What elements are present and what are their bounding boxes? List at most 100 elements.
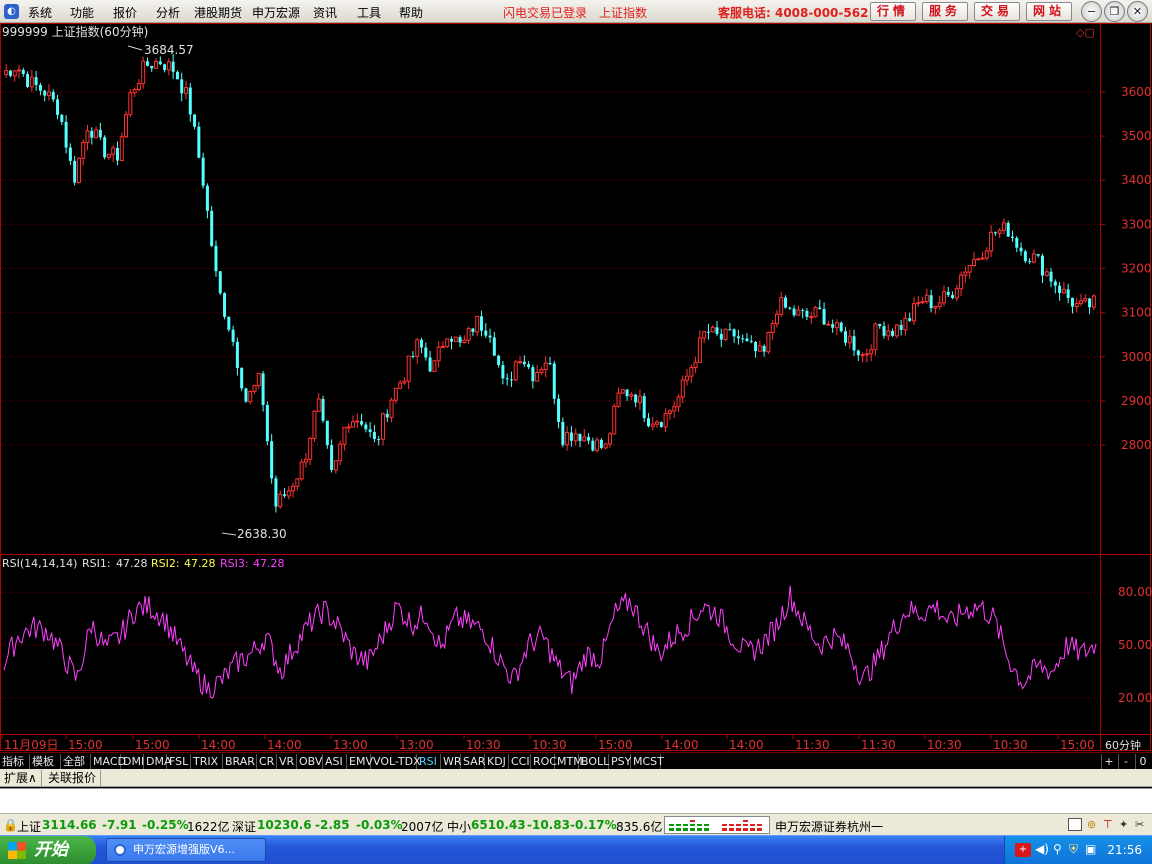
indicator-tab[interactable]: BOLL [579, 754, 609, 769]
signal-icon[interactable]: ⊚ [1087, 818, 1096, 831]
indicator-tab[interactable]: 全部 [61, 754, 91, 769]
indicator-tab[interactable]: FSL [167, 754, 191, 769]
sh-amount: 1622亿 [187, 820, 230, 834]
candle-body-up [453, 336, 458, 343]
indicator-tab[interactable]: MCST [631, 754, 664, 769]
price-tick-label: 3300 [1121, 217, 1152, 231]
indicator-control[interactable]: - [1118, 754, 1133, 769]
time-tick-label: 10:30 [532, 738, 567, 752]
candle-body-down [175, 71, 179, 80]
chart-area[interactable]: 3600 3500 3400 3300 3200 3100 3000 2900 2800 80.… [0, 23, 1152, 755]
tray-app-icon[interactable]: + [1015, 843, 1031, 857]
indicator-tab[interactable]: SAR [461, 754, 485, 769]
price-axis-ticks: 3600 3500 3400 3300 3200 3100 3000 2900 2800 [1100, 85, 1152, 452]
restore-icon[interactable]: ❐ [1104, 1, 1125, 22]
candle-body-down [471, 328, 475, 332]
pin-icon[interactable]: ⊤ [1103, 818, 1113, 831]
rsi-axis-ticks: 80.00 50.00 20.00 [1118, 585, 1152, 705]
indicator-tab[interactable]: MACD [91, 754, 126, 769]
sh-label[interactable]: 上证 [17, 818, 41, 835]
indicator-control[interactable]: 0 [1135, 754, 1150, 769]
menu-function[interactable]: 功能 [70, 4, 94, 21]
btn-service[interactable]: 服务 [922, 2, 968, 21]
price-tick-label: 2900 [1121, 394, 1152, 408]
settings-icon[interactable]: ✦ [1119, 818, 1128, 831]
indicator-tab[interactable]: 模板 [30, 754, 61, 769]
candle-body-up [997, 229, 1002, 234]
candle-body-up [124, 114, 129, 138]
zx-label[interactable]: 中小 [447, 818, 471, 835]
volume-icon[interactable]: ◀) [1035, 842, 1049, 856]
cut-icon[interactable]: ✂ [1135, 818, 1144, 831]
indicator-tab[interactable]: PSY [609, 754, 631, 769]
candle-body-up [184, 87, 188, 94]
tray-monitor-icon[interactable]: ▣ [1085, 842, 1096, 856]
candle-body-up [393, 387, 398, 401]
candle-body-down [56, 99, 60, 115]
sh-pct: -0.25% [142, 818, 189, 832]
btn-website[interactable]: 网站 [1026, 2, 1072, 21]
tab-related-quote[interactable]: 关联报价 [44, 770, 102, 786]
low-marker-line [221, 532, 237, 536]
candle-body-down [188, 87, 192, 115]
candle-body-down [64, 121, 68, 148]
indicator-tab[interactable]: WR [441, 754, 462, 769]
tab-expand[interactable]: 扩展∧ [0, 770, 42, 786]
indicator-tab[interactable]: VOL-TDX [371, 754, 421, 769]
taskbar-app-item[interactable]: 申万宏源增强版V6... [106, 838, 266, 862]
tray-shield-icon[interactable]: ⛨ [1069, 842, 1078, 857]
chart-menu-icon[interactable]: ◇▢ [1076, 26, 1095, 39]
indicator-tab[interactable]: CCI [509, 754, 531, 769]
indicator-tab[interactable]: DMI [121, 754, 144, 769]
network-icon[interactable]: ⚲ [1053, 842, 1062, 856]
indicator-tab[interactable]: ASI [323, 754, 347, 769]
candle-body-down [244, 388, 248, 402]
kline-chart[interactable]: 3600 3500 3400 3300 3200 3100 3000 2900 2800 80.… [0, 23, 1152, 752]
indicator-tab[interactable]: RSI [417, 754, 441, 769]
indicator-tab[interactable]: BRAR [223, 754, 257, 769]
taskbar-app-title: 申万宏源增强版V6... [133, 843, 236, 856]
index-name[interactable]: 上证指数 [599, 4, 647, 21]
candle-body-up [916, 302, 921, 305]
candle-body-up [616, 392, 621, 407]
menu-tools[interactable]: 工具 [357, 4, 381, 21]
candle-body-up [894, 324, 899, 337]
rsi1-label: RSI1: [82, 557, 111, 570]
menu-analysis[interactable]: 分析 [156, 4, 180, 21]
menu-news[interactable]: 资讯 [313, 4, 337, 21]
btn-trade[interactable]: 交易 [974, 2, 1020, 21]
menu-help[interactable]: 帮助 [399, 4, 423, 21]
indicator-tab[interactable]: OBV [297, 754, 323, 769]
start-button[interactable]: 开始 [0, 836, 96, 864]
indicator-tab[interactable]: ROC [531, 754, 557, 769]
indicator-tab[interactable]: CR [257, 754, 277, 769]
btn-market[interactable]: 行情 [870, 2, 916, 21]
indicator-tab[interactable]: EMV [347, 754, 373, 769]
menu-hk-futures[interactable]: 港股期货 [194, 4, 242, 21]
indicator-tab[interactable]: TRIX [191, 754, 223, 769]
minimize-icon[interactable]: − [1081, 1, 1102, 22]
app-logo-icon[interactable]: ◐ [4, 4, 19, 19]
close-icon[interactable]: ✕ [1127, 1, 1148, 22]
candle-body-up [316, 398, 321, 412]
zx-pct: -0.17% [570, 818, 617, 832]
start-label: 开始 [34, 840, 68, 860]
menu-system[interactable]: 系统 [28, 4, 52, 21]
menu-quote[interactable]: 报价 [113, 4, 137, 21]
indicator-tab[interactable]: MTM [555, 754, 583, 769]
time-tick-label: 13:00 [333, 738, 368, 752]
candle-body-up [539, 368, 544, 373]
indicator-tab[interactable]: VR [277, 754, 297, 769]
indicator-tab[interactable]: 指标 [0, 754, 30, 769]
message-icon[interactable] [1068, 818, 1082, 831]
period-label[interactable]: 60分钟 [1105, 738, 1141, 752]
sz-label[interactable]: 深证 [232, 818, 256, 835]
indicator-control[interactable]: + [1101, 754, 1116, 769]
candle-body-down [330, 445, 334, 470]
indicator-tab[interactable]: DMA [144, 754, 172, 769]
candle-body-up [286, 490, 291, 497]
login-status[interactable]: 闪电交易已登录 [503, 4, 587, 21]
candle-body-up [869, 349, 874, 355]
indicator-tab[interactable]: KDJ [485, 754, 509, 769]
menu-broker[interactable]: 申万宏源 [252, 4, 300, 21]
